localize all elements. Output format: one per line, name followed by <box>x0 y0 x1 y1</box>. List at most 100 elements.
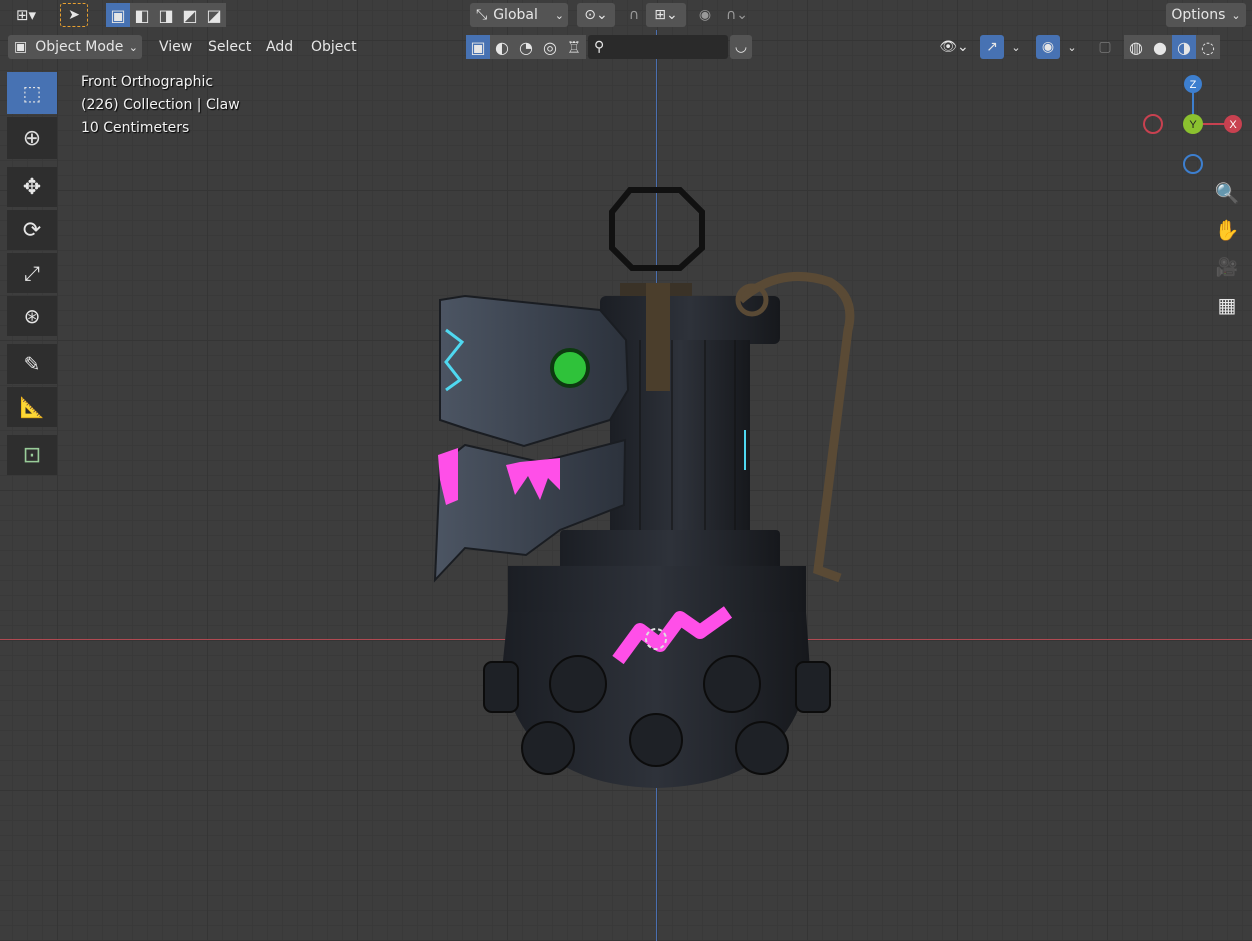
chevron-down-icon: ⌄ <box>128 40 138 54</box>
chevron-down-icon: ⌄ <box>1011 40 1021 54</box>
crosshair-icon: ⊕ <box>22 125 42 151</box>
texture-filter-icon[interactable]: ◔ <box>514 35 538 59</box>
menu-object[interactable]: Object <box>305 36 363 58</box>
pull-ring <box>609 187 705 271</box>
rotate-tool[interactable]: ⟳ <box>7 210 57 250</box>
pencil-icon: ✎ <box>23 352 41 376</box>
grid-icon: ▦ <box>1217 293 1237 317</box>
transform-orientation-dropdown[interactable]: ⤡ Global ⌄ <box>470 3 568 27</box>
pivot-point-dropdown[interactable]: ⊙⌄ <box>577 3 615 27</box>
ortho-toggle-button[interactable]: ▦ <box>1210 288 1244 322</box>
neg-z-axis-icon <box>1183 154 1203 174</box>
mode-label: Object Mode <box>35 39 124 55</box>
chevron-down-icon: ⌄ <box>1067 40 1077 54</box>
pivot-icon: ⊙⌄ <box>584 7 608 23</box>
measure-tool[interactable]: 📐 <box>7 387 57 427</box>
select-tool-button[interactable]: ➤ <box>60 3 88 27</box>
options-label: Options <box>1171 7 1226 23</box>
selection-mode-group: ▣ ◧ ◨ ◩ ◪ <box>106 3 226 27</box>
material-shading-icon[interactable]: ◑ <box>1172 35 1196 59</box>
proportional-icon: ◉ <box>698 7 712 23</box>
cube-icon: ⊡ <box>22 442 42 468</box>
z-label: Z <box>1190 79 1197 91</box>
select-box-tool[interactable]: ⬚ <box>7 72 57 114</box>
light-filter-icon[interactable]: ♖ <box>562 35 586 59</box>
options-dropdown[interactable]: Options ⌄ <box>1166 3 1246 27</box>
grenade-model[interactable] <box>0 0 1252 941</box>
overlay-dropdown[interactable]: ⌄ <box>1062 35 1082 59</box>
add-cube-tool[interactable]: ⊡ <box>7 435 57 475</box>
navigation-gizmo[interactable]: Z X Y <box>1138 70 1248 180</box>
filter-options-button[interactable]: ◡ <box>730 35 752 59</box>
magnet-icon: ∩ <box>628 7 640 23</box>
x-label: X <box>1229 119 1237 131</box>
hand-icon: ✋ <box>1214 218 1240 242</box>
neg-x-axis-icon <box>1143 114 1163 134</box>
proportional-editing-toggle[interactable]: ◉ <box>694 3 716 27</box>
editor-type-icon: ⊞▾ <box>15 6 37 24</box>
snap-increment-icon: ⊞⌄ <box>654 7 678 23</box>
mode-dropdown[interactable]: ▣ Object Mode ⌄ <box>8 35 142 59</box>
editor-type-button[interactable]: ⊞▾ <box>6 3 46 27</box>
camera-view-button[interactable]: 🎥 <box>1210 250 1244 284</box>
ruler-icon: 📐 <box>19 395 45 419</box>
select-subtract-icon[interactable]: ◨ <box>154 3 178 27</box>
menu-add[interactable]: Add <box>260 36 299 58</box>
visibility-dropdown[interactable]: 👁⌄ <box>934 35 974 59</box>
camera-icon: 🎥 <box>1215 256 1239 278</box>
material-filter-icon[interactable]: ◐ <box>490 35 514 59</box>
strap <box>646 283 670 391</box>
rotate-icon: ⟳ <box>22 217 42 243</box>
rendered-shading-icon[interactable]: ◌ <box>1196 35 1220 59</box>
mesh-filter-icon[interactable]: ▣ <box>466 35 490 59</box>
select-invert-icon[interactable]: ◩ <box>178 3 202 27</box>
body-column <box>610 340 750 530</box>
scale-icon: ⤢ <box>24 261 40 285</box>
gizmo-dropdown[interactable]: ⌄ <box>1006 35 1026 59</box>
scale-info: 10 Centimeters <box>81 120 190 136</box>
tool-shelf: ⬚ ⊕ ✥ ⟳ ⤢ ⊛ ✎ 📐 ⊡ <box>7 72 59 478</box>
object-mode-icon: ▣ <box>14 39 28 55</box>
chevron-down-icon: ⌄ <box>554 8 564 22</box>
overlay-icon: ◉ <box>1041 39 1055 55</box>
falloff-curve-icon: ∩⌄ <box>726 7 748 23</box>
annotate-tool[interactable]: ✎ <box>7 344 57 384</box>
move-tool[interactable]: ✥ <box>7 167 57 207</box>
falloff-dropdown[interactable]: ∩⌄ <box>718 3 756 27</box>
cursor-arrow-icon: ➤ <box>68 7 80 23</box>
orientation-icon: ⤡ <box>476 7 488 23</box>
xray-icon: ▢ <box>1098 39 1112 55</box>
scale-tool[interactable]: ⤢ <box>7 253 57 293</box>
collection-info: (226) Collection | Claw <box>81 97 240 113</box>
lower-body <box>508 566 806 612</box>
eye-icon: 👁⌄ <box>939 39 969 55</box>
search-input[interactable]: ⚲ <box>588 35 728 59</box>
view-name: Front Orthographic <box>81 74 214 90</box>
shading-mode-group: ◍ ● ◑ ◌ <box>1124 35 1220 59</box>
select-box-icon: ⬚ <box>22 81 42 105</box>
xray-toggle[interactable]: ▢ <box>1094 35 1116 59</box>
select-new-icon[interactable]: ▣ <box>106 3 130 27</box>
solid-shading-icon[interactable]: ● <box>1148 35 1172 59</box>
pan-button[interactable]: ✋ <box>1210 213 1244 247</box>
cursor-tool[interactable]: ⊕ <box>7 117 57 159</box>
menu-view[interactable]: View <box>153 36 198 58</box>
transform-icon: ⊛ <box>23 304 41 328</box>
zoom-button[interactable]: 🔍 <box>1210 176 1244 210</box>
wireframe-shading-icon[interactable]: ◍ <box>1124 35 1148 59</box>
move-icon: ✥ <box>22 174 42 200</box>
overlay-toggle[interactable]: ◉ <box>1036 35 1060 59</box>
y-label: Y <box>1189 119 1197 131</box>
gizmo-toggle[interactable]: ↗ <box>980 35 1004 59</box>
snap-toggle[interactable]: ∩ <box>622 3 646 27</box>
transform-tool[interactable]: ⊛ <box>7 296 57 336</box>
select-intersect-icon[interactable]: ◪ <box>202 3 226 27</box>
chevron-down-icon: ⌄ <box>1231 8 1241 22</box>
select-extend-icon[interactable]: ◧ <box>130 3 154 27</box>
viewport-header: ⊞▾ ➤ ▣ ◧ ◨ ◩ ◪ ⤡ Global ⌄ ⊙⌄ ∩ ⊞⌄ ◉ ∩⌄ O… <box>0 0 1252 30</box>
object-type-filter-group: ▣ ◐ ◔ ◎ ♖ <box>466 35 586 59</box>
menu-select[interactable]: Select <box>202 36 257 58</box>
world-filter-icon[interactable]: ◎ <box>538 35 562 59</box>
curve-icon: ◡ <box>734 39 748 55</box>
snap-target-dropdown[interactable]: ⊞⌄ <box>646 3 686 27</box>
